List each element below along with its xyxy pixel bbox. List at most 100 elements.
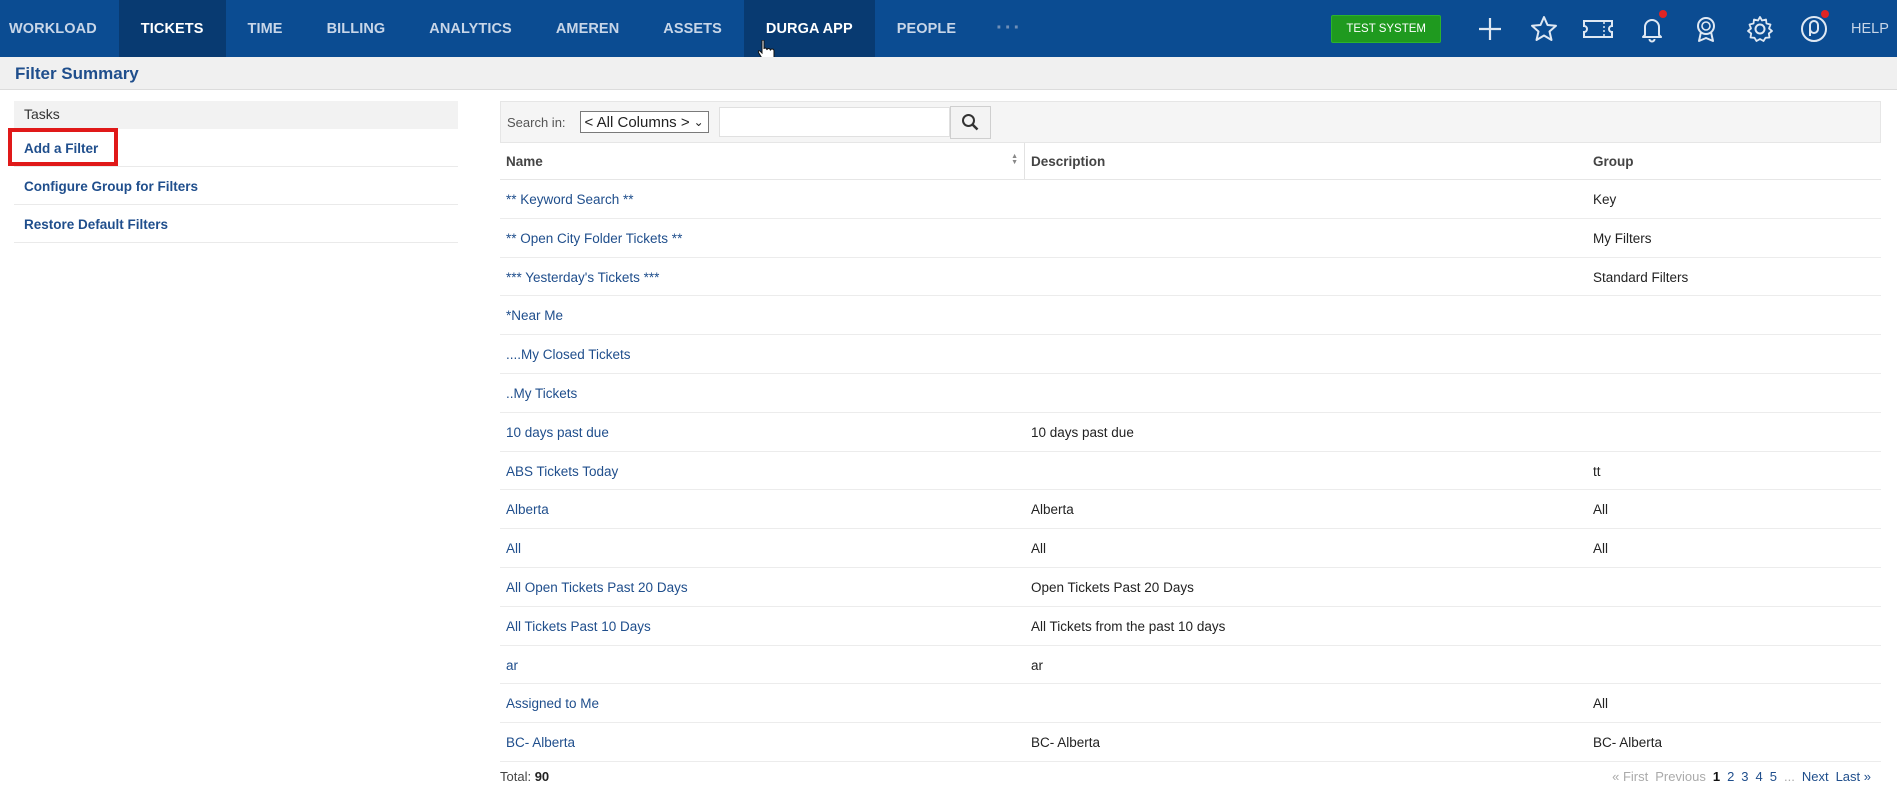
page-link-2[interactable]: 2 — [1727, 769, 1734, 784]
filters-panel: Search in: < All Columns > ⌄ Name ▲ ▼ Des… — [500, 101, 1881, 762]
restore-default-filters-link[interactable]: Restore Default Filters — [14, 205, 458, 243]
filter-description — [1025, 452, 1587, 490]
total-value: 90 — [534, 769, 550, 784]
tab-billing[interactable]: BILLING — [305, 0, 408, 57]
filter-group — [1587, 568, 1881, 606]
table-row[interactable]: ABS Tickets Today tt — [500, 452, 1881, 491]
tasks-panel: Tasks Add a Filter Configure Group for F… — [14, 101, 458, 243]
filter-description — [1025, 180, 1587, 218]
table-row[interactable]: All Tickets Past 10 Days All Tickets from… — [500, 607, 1881, 646]
filter-name-link[interactable]: BC- Alberta — [500, 723, 1025, 761]
nav-actions: TEST SYSTEM HELP — [1331, 0, 1897, 57]
filter-description: All Tickets from the past 10 days — [1031, 618, 1226, 634]
filter-name-link[interactable]: *Near Me — [500, 296, 1025, 334]
pager-ellipsis: ... — [1784, 769, 1795, 784]
table-row[interactable]: *** Yesterday's Tickets *** Standard Filt… — [500, 258, 1881, 297]
table-row[interactable]: ** Keyword Search ** Key — [500, 180, 1881, 219]
plus-icon[interactable] — [1463, 0, 1517, 57]
tab-ameren[interactable]: AMEREN — [534, 0, 641, 57]
tab-workload[interactable]: WORKLOAD — [0, 0, 119, 57]
filter-name-link[interactable]: ** Open City Folder Tickets ** — [500, 219, 1025, 257]
last-page-link[interactable]: Last » — [1836, 769, 1871, 784]
table-row[interactable]: *Near Me — [500, 296, 1881, 336]
highlight-box — [8, 128, 118, 166]
column-header-name-label: Name — [506, 154, 543, 169]
filter-group: Key — [1593, 192, 1617, 207]
filter-name-link[interactable]: *** Yesterday's Tickets *** — [500, 258, 1025, 296]
tab-time[interactable]: TIME — [226, 0, 305, 57]
notification-dot — [1659, 10, 1667, 18]
page-link-4[interactable]: 4 — [1756, 769, 1763, 784]
table-row[interactable]: All Open Tickets Past 20 Days Open Ticket… — [500, 568, 1881, 607]
filter-name-link[interactable]: ..My Tickets — [500, 374, 1025, 412]
search-input[interactable] — [718, 107, 950, 137]
filter-name-link[interactable]: ABS Tickets Today — [500, 452, 1025, 490]
column-header-description[interactable]: Description — [1025, 143, 1587, 179]
filter-group — [1587, 374, 1881, 412]
more-tabs-button[interactable]: ··· — [978, 0, 1040, 57]
column-header-name[interactable]: Name ▲ ▼ — [500, 143, 1025, 179]
column-header-group[interactable]: Group — [1587, 143, 1881, 179]
nav-tabs: WORKLOAD TICKETS TIME BILLING ANALYTICS … — [0, 0, 1040, 57]
sort-icon[interactable]: ▲ ▼ — [1011, 153, 1018, 166]
filter-name-link[interactable]: Alberta — [500, 490, 1025, 528]
filter-name-link[interactable]: ** Keyword Search ** — [500, 180, 1025, 218]
table-row[interactable]: All All All — [500, 529, 1881, 568]
filter-group — [1587, 607, 1881, 645]
user-icon[interactable] — [1787, 0, 1841, 57]
gear-icon[interactable] — [1733, 0, 1787, 57]
search-label: Search in: — [507, 114, 566, 130]
filter-description — [1025, 296, 1587, 334]
filter-description: Alberta — [1031, 502, 1074, 518]
filter-name-link[interactable]: All — [500, 529, 1025, 567]
table-header: Name ▲ ▼ Description Group — [500, 143, 1881, 180]
column-select[interactable]: < All Columns > ⌄ — [579, 111, 709, 133]
filter-description — [1025, 219, 1587, 257]
page-link-1: 1 — [1712, 769, 1721, 784]
pagination: « First Previous 1 2 3 4 5 ... Next Last… — [1612, 769, 1871, 784]
filter-name-link[interactable]: Assigned to Me — [500, 684, 1025, 722]
filter-group: Standard Filters — [1593, 269, 1689, 285]
help-link[interactable]: HELP — [1841, 21, 1897, 37]
filter-group: All — [1593, 541, 1609, 557]
search-button[interactable] — [949, 105, 991, 139]
table-row[interactable]: Assigned to Me All — [500, 684, 1881, 724]
filter-name-link[interactable]: All Tickets Past 10 Days — [500, 607, 1025, 645]
table-row[interactable]: ** Open City Folder Tickets ** My Filters — [500, 219, 1881, 258]
filter-name-link[interactable]: ....My Closed Tickets — [500, 335, 1025, 373]
filter-name-link[interactable]: ar — [500, 646, 1025, 684]
column-select-value: < All Columns > — [584, 113, 690, 131]
chevron-down-icon: ⌄ — [693, 115, 704, 129]
profile-alert-dot — [1821, 10, 1829, 18]
table-row[interactable]: ....My Closed Tickets — [500, 335, 1881, 374]
filter-group — [1587, 296, 1881, 334]
filter-description — [1025, 684, 1587, 722]
search-bar: Search in: < All Columns > ⌄ — [500, 101, 1881, 143]
table-row[interactable]: Alberta Alberta All — [500, 490, 1881, 530]
page-link-3[interactable]: 3 — [1741, 769, 1748, 784]
page-title-bar: Filter Summary — [0, 57, 1897, 90]
filter-name-link[interactable]: 10 days past due — [500, 413, 1025, 451]
filter-group: BC- Alberta — [1593, 735, 1663, 751]
table-row[interactable]: 10 days past due 10 days past due — [500, 413, 1881, 452]
star-icon[interactable] — [1517, 0, 1571, 57]
tab-people[interactable]: PEOPLE — [875, 0, 978, 57]
table-row[interactable]: ..My Tickets — [500, 374, 1881, 413]
table-row[interactable]: BC- Alberta BC- Alberta BC- Alberta — [500, 723, 1881, 762]
page-link-5[interactable]: 5 — [1770, 769, 1777, 784]
next-page-link[interactable]: Next — [1802, 769, 1829, 784]
test-system-badge: TEST SYSTEM — [1331, 14, 1441, 43]
tab-assets[interactable]: ASSETS — [641, 0, 744, 57]
filter-description: ar — [1031, 657, 1044, 673]
award-icon[interactable] — [1679, 0, 1733, 57]
bell-icon[interactable] — [1625, 0, 1679, 57]
configure-group-link[interactable]: Configure Group for Filters — [14, 167, 458, 205]
tab-analytics[interactable]: ANALYTICS — [407, 0, 534, 57]
filter-name-link[interactable]: All Open Tickets Past 20 Days — [500, 568, 1025, 606]
filter-group — [1587, 335, 1881, 373]
filter-group: All — [1593, 696, 1609, 712]
table-row[interactable]: ar ar — [500, 646, 1881, 685]
ticket-icon[interactable] — [1571, 0, 1625, 57]
total-count: Total: 90 — [500, 769, 549, 784]
tab-tickets[interactable]: TICKETS — [118, 0, 226, 57]
